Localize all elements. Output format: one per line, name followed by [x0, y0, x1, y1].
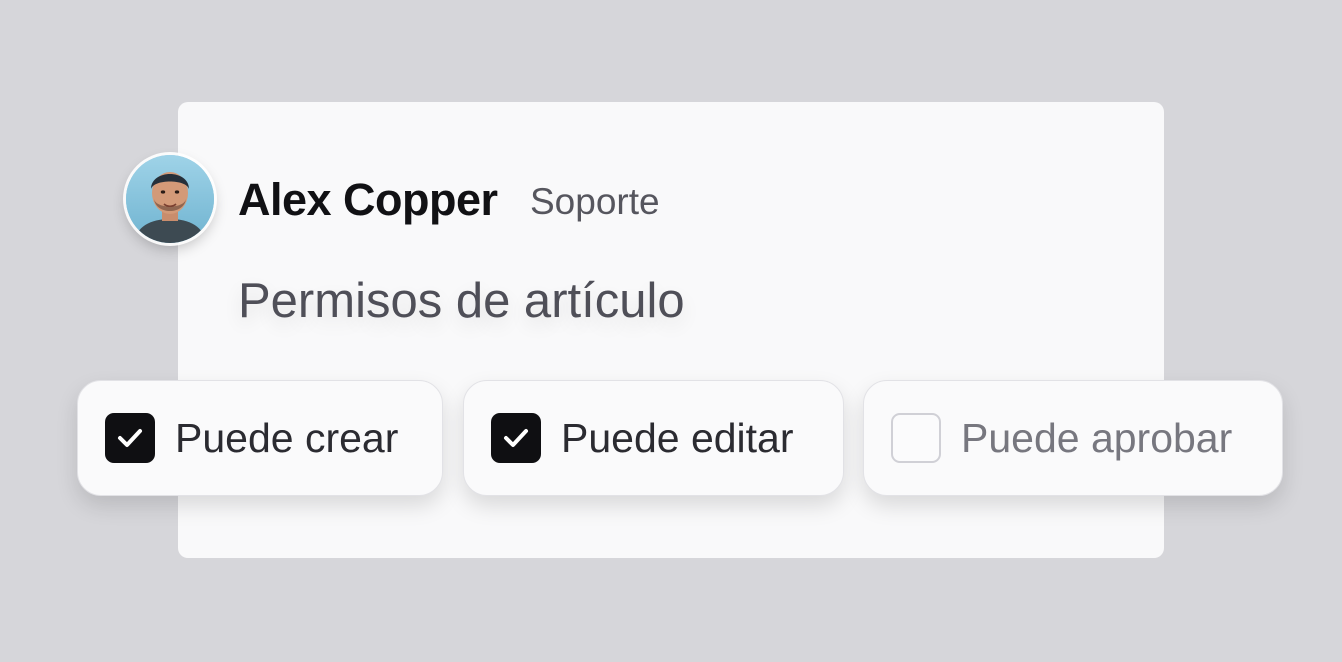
permission-can-edit[interactable]: Puede editar: [463, 380, 844, 496]
checkbox-can-create[interactable]: [105, 413, 155, 463]
section-title: Permisos de artículo: [238, 274, 685, 328]
check-icon: [504, 429, 528, 447]
checkbox-can-edit[interactable]: [491, 413, 541, 463]
permission-can-create[interactable]: Puede crear: [77, 380, 443, 496]
user-name: Alex Copper: [238, 174, 498, 225]
avatar: [126, 155, 214, 243]
checkbox-can-approve[interactable]: [891, 413, 941, 463]
permission-label: Puede editar: [561, 415, 794, 461]
permission-can-approve[interactable]: Puede aprobar: [863, 380, 1283, 496]
permission-label: Puede aprobar: [961, 415, 1233, 461]
user-role: Soporte: [530, 181, 660, 222]
check-icon: [118, 429, 142, 447]
permission-label: Puede crear: [175, 415, 399, 461]
